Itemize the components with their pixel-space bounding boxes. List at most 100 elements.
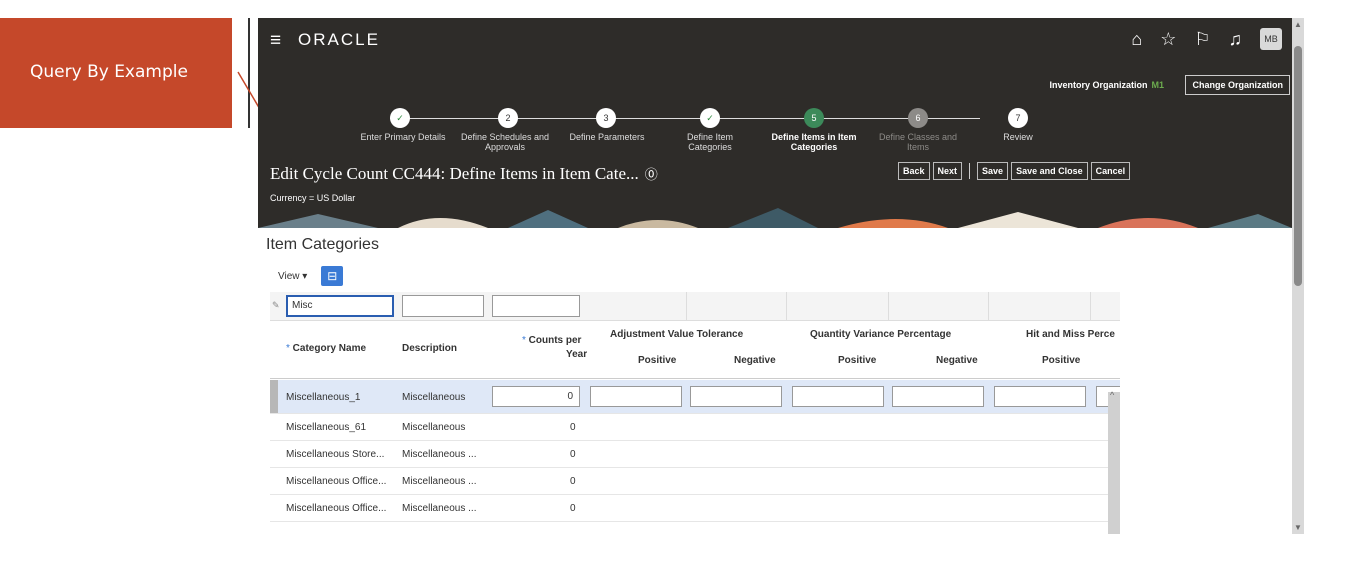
table-row[interactable]: Miscellaneous Store... Miscellaneous ...… xyxy=(270,441,1120,468)
global-header: ≡ ORACLE ⌂ ☆ ⚐ ♫ MB xyxy=(258,18,1292,62)
train-step-7[interactable]: 7 xyxy=(1008,108,1028,128)
adj-positive-header[interactable]: Positive xyxy=(638,355,676,366)
train-step-2[interactable]: 2 xyxy=(498,108,518,128)
quantity-variance-percentage-header: Quantity Variance Percentage xyxy=(810,329,952,340)
table-row[interactable]: Miscellaneous_1 Miscellaneous 0 xyxy=(270,380,1120,414)
hit-and-miss-header: Hit and Miss Perce xyxy=(1026,329,1115,340)
train-step-6: 6 xyxy=(908,108,928,128)
category-name-cell: Miscellaneous_1 xyxy=(286,392,361,403)
page-title: Edit Cycle Count CC444: Define Items in … xyxy=(270,164,658,184)
description-query-input[interactable] xyxy=(402,295,484,317)
adjustment-value-tolerance-header: Adjustment Value Tolerance xyxy=(610,329,744,340)
notifications-bell-icon[interactable]: ♫ xyxy=(1229,29,1243,50)
train-step-7-label[interactable]: Review xyxy=(998,132,1038,142)
description-cell: Miscellaneous xyxy=(402,422,466,433)
train-step-1[interactable]: ✓ xyxy=(390,108,410,128)
query-by-example-icon[interactable]: ⊟ xyxy=(321,266,344,286)
scroll-up-icon[interactable]: ▲ xyxy=(1292,20,1304,29)
button-separator xyxy=(969,163,971,179)
currency-label: Currency = US Dollar xyxy=(270,193,356,203)
description-header[interactable]: Description xyxy=(402,343,457,354)
back-button[interactable]: Back xyxy=(898,162,930,180)
category-name-cell: Miscellaneous Store... xyxy=(286,449,385,460)
help-icon[interactable]: ⓪ xyxy=(645,167,658,182)
qty-positive-header[interactable]: Positive xyxy=(838,355,876,366)
train-step-3-label[interactable]: Define Parameters xyxy=(562,132,652,142)
train-step-3[interactable]: 3 xyxy=(596,108,616,128)
hamburger-menu-icon[interactable]: ≡ xyxy=(270,30,281,52)
counts-query-input[interactable] xyxy=(492,295,580,317)
counts-per-year-cell: 0 xyxy=(570,449,576,460)
description-cell: Miscellaneous ... xyxy=(402,476,477,487)
table-vertical-scrollbar[interactable]: ^ xyxy=(1108,390,1120,534)
decorative-banner xyxy=(258,208,1292,228)
category-name-cell: Miscellaneous_61 xyxy=(286,422,367,433)
counts-per-year-cell: 0 xyxy=(570,503,576,514)
description-cell: Miscellaneous ... xyxy=(402,503,477,514)
train-line xyxy=(390,118,980,119)
train-step-4[interactable]: ✓ xyxy=(700,108,720,128)
favorites-star-icon[interactable]: ☆ xyxy=(1160,29,1176,50)
counts-per-year-input[interactable]: 0 xyxy=(492,386,580,407)
column-divider xyxy=(888,292,889,321)
query-by-example-row: ✎ Misc xyxy=(270,292,1120,321)
cancel-button[interactable]: Cancel xyxy=(1090,162,1131,180)
organization-code: M1 xyxy=(1151,80,1164,90)
section-title: Item Categories xyxy=(266,236,379,253)
inventory-organization: Inventory Organization M1 xyxy=(1049,80,1164,90)
item-categories-table: ✎ Misc * Category Name Description * Cou… xyxy=(270,292,1120,534)
counts-per-year-header-line2: Year xyxy=(566,349,588,360)
train-step-6-label: Define Classes and Items xyxy=(878,132,958,152)
hit-positive-header[interactable]: Positive xyxy=(1042,355,1080,366)
category-name-header[interactable]: * Category Name xyxy=(286,343,366,354)
column-divider xyxy=(988,292,989,321)
oracle-app-window: ≡ ORACLE ⌂ ☆ ⚐ ♫ MB Inventory Organizati… xyxy=(258,18,1292,534)
qty-negative-input[interactable] xyxy=(892,386,984,407)
home-icon[interactable]: ⌂ xyxy=(1131,29,1142,50)
train-step-1-label[interactable]: Enter Primary Details xyxy=(358,132,448,142)
watchlist-flag-icon[interactable]: ⚐ xyxy=(1194,29,1210,50)
qty-positive-input[interactable] xyxy=(792,386,884,407)
counts-per-year-header[interactable]: * Counts per xyxy=(522,335,581,346)
counts-per-year-cell: 0 xyxy=(570,476,576,487)
page-header-band: ≡ ORACLE ⌂ ☆ ⚐ ♫ MB Inventory Organizati… xyxy=(258,18,1292,228)
edit-pencil-icon: ✎ xyxy=(272,300,280,310)
adj-positive-input[interactable] xyxy=(590,386,682,407)
description-cell: Miscellaneous xyxy=(402,392,466,403)
view-menu[interactable]: View ▾ xyxy=(278,271,307,282)
description-cell: Miscellaneous ... xyxy=(402,449,477,460)
scroll-up-icon[interactable]: ^ xyxy=(1110,390,1114,400)
column-divider xyxy=(1090,292,1091,321)
table-header: * Category Name Description * Counts per… xyxy=(270,321,1120,379)
category-query-input[interactable]: Misc xyxy=(286,295,394,317)
change-organization-button[interactable]: Change Organization xyxy=(1185,75,1290,95)
train-step-5-label[interactable]: Define Items in Item Categories xyxy=(764,132,864,152)
page-scrollbar[interactable]: ▲ ▼ xyxy=(1292,18,1304,534)
adj-negative-header[interactable]: Negative xyxy=(734,355,776,366)
train-step-2-label[interactable]: Define Schedules and Approvals xyxy=(450,132,560,152)
counts-header-text: Counts per xyxy=(528,335,582,346)
required-marker: * xyxy=(522,335,529,346)
table-row[interactable]: Miscellaneous Office... Miscellaneous ..… xyxy=(270,468,1120,495)
scroll-down-icon[interactable]: ▼ xyxy=(1292,523,1304,532)
column-divider xyxy=(786,292,787,321)
table-toolbar: View ▾ ⊟ xyxy=(278,266,344,286)
oracle-logo[interactable]: ORACLE xyxy=(298,30,380,50)
save-button[interactable]: Save xyxy=(977,162,1009,180)
counts-per-year-cell: 0 xyxy=(570,422,576,433)
save-and-close-button[interactable]: Save and Close xyxy=(1011,162,1088,180)
train-step-5[interactable]: 5 xyxy=(804,108,824,128)
adj-negative-input[interactable] xyxy=(690,386,782,407)
next-button[interactable]: Next xyxy=(932,162,963,180)
table-row[interactable]: Miscellaneous Office... Miscellaneous ..… xyxy=(270,495,1120,522)
column-divider xyxy=(686,292,687,321)
category-name-cell: Miscellaneous Office... xyxy=(286,503,387,514)
table-row[interactable]: Miscellaneous_61 Miscellaneous 0 xyxy=(270,414,1120,441)
train-step-4-label[interactable]: Define Item Categories xyxy=(670,132,750,152)
scrollbar-thumb[interactable] xyxy=(1294,46,1302,286)
page-title-text: Edit Cycle Count CC444: Define Items in … xyxy=(270,164,639,183)
qty-negative-header[interactable]: Negative xyxy=(936,355,978,366)
row-selection-marker xyxy=(270,380,278,413)
user-avatar[interactable]: MB xyxy=(1260,28,1282,50)
hit-positive-input[interactable] xyxy=(994,386,1086,407)
